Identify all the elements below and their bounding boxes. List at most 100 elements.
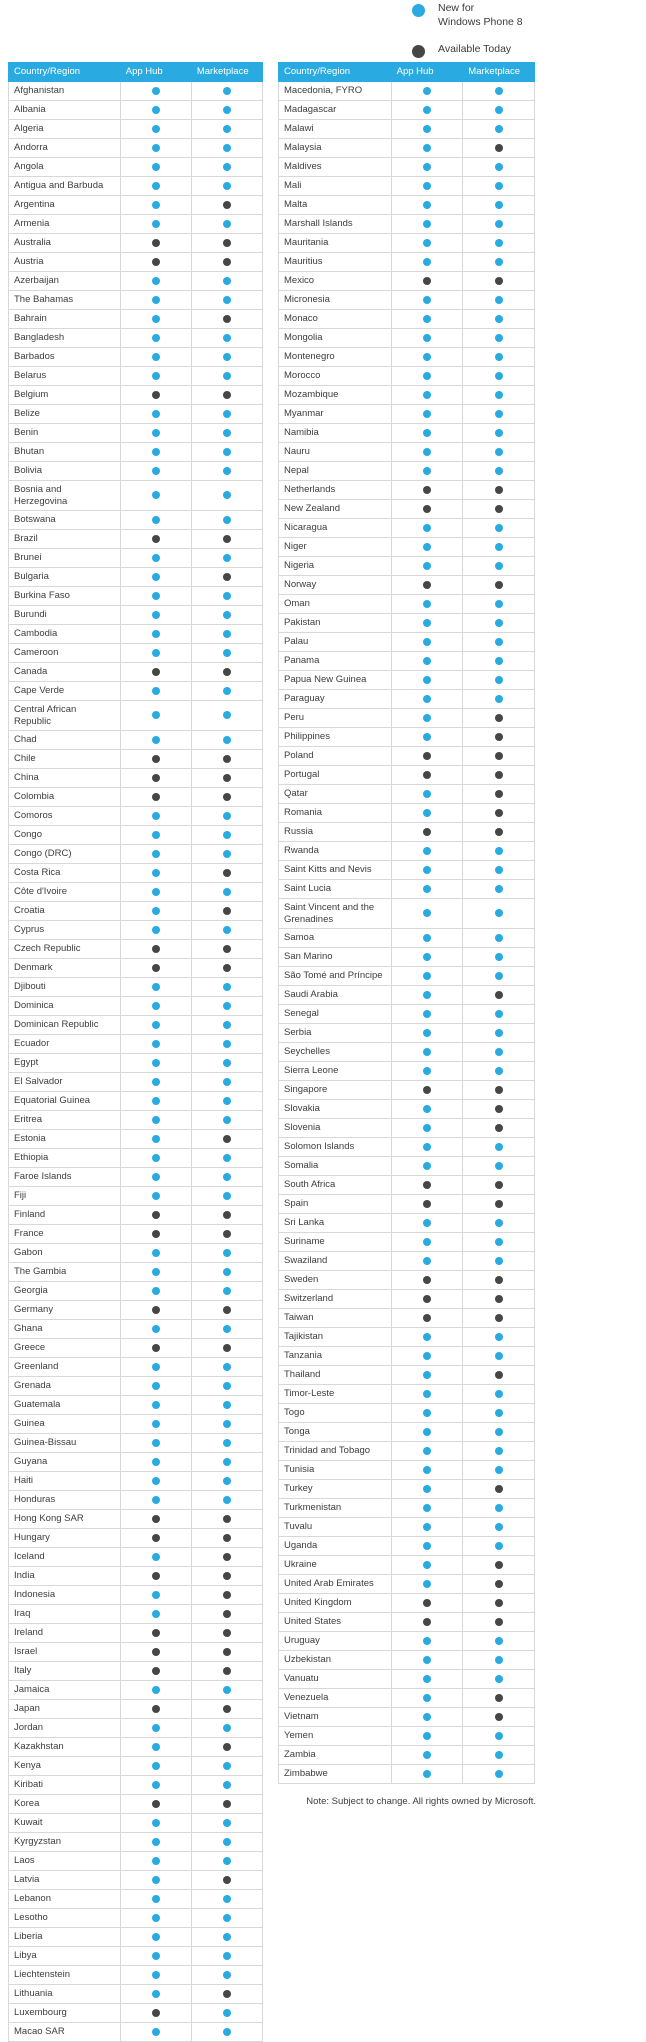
- table-row: India: [8, 1566, 264, 1586]
- country-name-cell: The Bahamas: [8, 290, 121, 310]
- table-row: Venezuela: [278, 1688, 535, 1708]
- country-name-cell: Suriname: [278, 1232, 392, 1252]
- app-hub-status-cell: [119, 1509, 192, 1529]
- country-name-cell: Faroe Islands: [8, 1167, 121, 1187]
- blue-circle-icon: [222, 1780, 231, 1789]
- table-row: Paraguay: [278, 689, 535, 709]
- column-header-app-hub: App Hub: [390, 62, 464, 82]
- marketplace-status-cell: [190, 1471, 264, 1491]
- app-hub-status-cell: [390, 822, 464, 842]
- marketplace-status-cell: [462, 195, 535, 215]
- blue-circle-icon: [494, 1750, 503, 1759]
- blue-circle-icon: [222, 1362, 231, 1371]
- blue-circle-icon: [422, 257, 431, 266]
- blue-circle-icon: [151, 1761, 160, 1770]
- app-hub-status-cell: [390, 898, 464, 929]
- table-row: Dominican Republic: [8, 1015, 264, 1035]
- dark-circle-icon: [494, 1180, 503, 1189]
- table-row: Zambia: [278, 1745, 535, 1765]
- table-row: Greece: [8, 1338, 264, 1358]
- blue-circle-icon: [422, 1769, 431, 1778]
- blue-circle-icon: [494, 637, 503, 646]
- dark-circle-icon: [222, 944, 231, 953]
- dark-circle-icon: [151, 1571, 160, 1580]
- country-name-cell: Zimbabwe: [278, 1764, 392, 1784]
- marketplace-status-cell: [462, 1251, 535, 1271]
- blue-circle-icon: [422, 656, 431, 665]
- blue-circle-icon: [422, 1465, 431, 1474]
- dark-circle-icon: [422, 580, 431, 589]
- blue-circle-icon: [222, 1913, 231, 1922]
- dark-circle-icon: [494, 1085, 503, 1094]
- dark-circle-icon: [494, 751, 503, 760]
- table-row: Angola: [8, 157, 264, 177]
- blue-circle-icon: [422, 713, 431, 722]
- blue-circle-icon: [422, 162, 431, 171]
- marketplace-status-cell: [462, 347, 535, 367]
- blue-circle-icon: [422, 523, 431, 532]
- table-row: Hungary: [8, 1528, 264, 1548]
- country-name-cell: United Arab Emirates: [278, 1574, 392, 1594]
- table-row: Tunisia: [278, 1460, 535, 1480]
- country-name-cell: Malawi: [278, 119, 392, 139]
- blue-circle-icon: [494, 1389, 503, 1398]
- marketplace-status-cell: [190, 1756, 264, 1776]
- country-name-cell: Barbados: [8, 347, 121, 367]
- country-name-cell: Senegal: [278, 1004, 392, 1024]
- marketplace-status-cell: [190, 1224, 264, 1244]
- app-hub-status-cell: [390, 1194, 464, 1214]
- table-row: Côte d'Ivoire: [8, 882, 264, 902]
- dark-circle-icon: [422, 485, 431, 494]
- table-row: Ireland: [8, 1623, 264, 1643]
- blue-circle-icon: [494, 1769, 503, 1778]
- table-row: Georgia: [8, 1281, 264, 1301]
- dark-circle-icon: [222, 1514, 231, 1523]
- blue-circle-icon: [422, 789, 431, 798]
- dark-circle-icon: [222, 1799, 231, 1808]
- country-name-cell: Antigua and Barbuda: [8, 176, 121, 196]
- country-name-cell: Algeria: [8, 119, 121, 139]
- table-row: Chile: [8, 749, 264, 769]
- column-header-marketplace: Marketplace: [190, 62, 264, 82]
- marketplace-status-cell: [462, 480, 535, 500]
- blue-circle-icon: [494, 352, 503, 361]
- app-hub-status-cell: [390, 195, 464, 215]
- marketplace-status-cell: [190, 2003, 264, 2023]
- table-row: Korea: [8, 1794, 264, 1814]
- blue-circle-icon: [494, 333, 503, 342]
- dark-circle-icon: [222, 1628, 231, 1637]
- app-hub-status-cell: [119, 1528, 192, 1548]
- blue-circle-icon: [151, 830, 160, 839]
- table-row: Bhutan: [8, 442, 264, 462]
- marketplace-status-cell: [190, 844, 264, 864]
- blue-circle-icon: [222, 276, 231, 285]
- blue-circle-icon: [494, 1446, 503, 1455]
- country-name-cell: Bangladesh: [8, 328, 121, 348]
- marketplace-status-cell: [190, 529, 264, 549]
- marketplace-status-cell: [190, 271, 264, 291]
- marketplace-status-cell: [462, 328, 535, 348]
- table-row: Sweden: [278, 1270, 535, 1290]
- app-hub-status-cell: [390, 879, 464, 899]
- table-row: United States: [278, 1612, 535, 1632]
- country-name-cell: Uruguay: [278, 1631, 392, 1651]
- blue-circle-icon: [151, 735, 160, 744]
- marketplace-status-cell: [462, 499, 535, 519]
- marketplace-status-cell: [462, 841, 535, 861]
- app-hub-status-cell: [119, 1205, 192, 1225]
- blue-circle-icon: [494, 295, 503, 304]
- country-name-cell: Malta: [278, 195, 392, 215]
- blue-circle-icon: [151, 686, 160, 695]
- country-name-cell: Kiribati: [8, 1775, 121, 1795]
- country-name-cell: Hungary: [8, 1528, 121, 1548]
- blue-circle-icon: [151, 572, 160, 581]
- app-hub-status-cell: [119, 939, 192, 959]
- blue-circle-icon: [151, 1134, 160, 1143]
- blue-circle-icon: [151, 1172, 160, 1181]
- marketplace-status-cell: [462, 423, 535, 443]
- app-hub-status-cell: [119, 586, 192, 606]
- dark-circle-icon: [151, 963, 160, 972]
- blue-circle-icon: [494, 162, 503, 171]
- marketplace-status-cell: [462, 1327, 535, 1347]
- table-row: Egypt: [8, 1053, 264, 1073]
